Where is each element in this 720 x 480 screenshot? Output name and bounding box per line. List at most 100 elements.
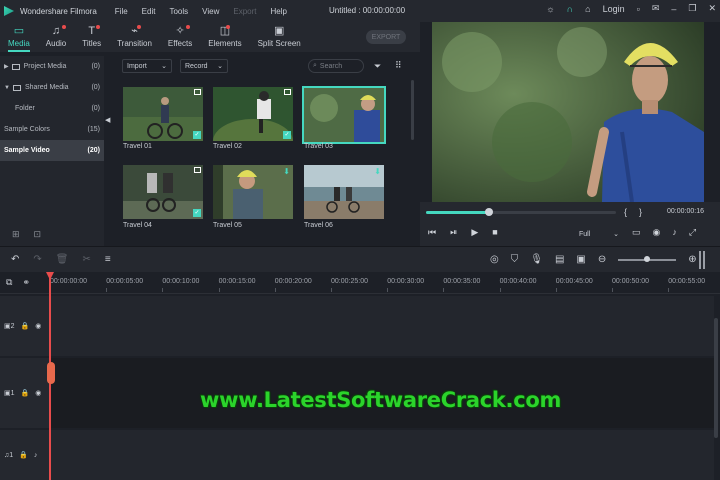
undo-icon[interactable]: ↶ bbox=[11, 254, 19, 265]
ruler-tick-mark bbox=[668, 288, 670, 292]
headset-icon[interactable]: ∩ bbox=[567, 4, 573, 14]
sidebar-item-sample-colors[interactable]: Sample Colors (15) bbox=[0, 119, 104, 140]
close-icon[interactable]: ✕ bbox=[708, 3, 716, 14]
play-pause-icon[interactable]: ⏯ bbox=[450, 227, 457, 238]
new-folder-icon[interactable]: ⊞ bbox=[12, 229, 20, 240]
folder-add-icon[interactable]: ⊡ bbox=[34, 229, 42, 240]
previous-frame-icon[interactable]: ⏮ bbox=[428, 227, 436, 238]
delete-icon[interactable]: 🗑 bbox=[56, 254, 69, 265]
tab-media[interactable]: ▭ Media bbox=[0, 22, 38, 52]
zoom-in-icon[interactable]: ⊕ bbox=[688, 254, 696, 265]
snapshot-icon[interactable]: ◉ bbox=[653, 227, 661, 238]
track-body[interactable] bbox=[50, 296, 714, 356]
zoom-knob[interactable] bbox=[644, 255, 651, 262]
play-icon[interactable]: ▶ bbox=[471, 227, 478, 238]
lock-icon[interactable]: 🔒 bbox=[19, 451, 28, 459]
library-scrollbar[interactable] bbox=[411, 80, 414, 140]
cut-icon[interactable]: ✂ bbox=[82, 254, 90, 265]
redo-icon[interactable]: ↷ bbox=[33, 254, 41, 265]
media-clip-travel-02[interactable]: ✓ bbox=[213, 87, 293, 141]
download-icon[interactable]: ⬇ bbox=[283, 167, 290, 176]
split-screen-icon: ▣ bbox=[273, 25, 285, 37]
sidebar-item-shared-media[interactable]: ▼ Shared Media (0) bbox=[0, 77, 104, 98]
menu-file[interactable]: File bbox=[115, 7, 128, 16]
render-icon[interactable]: ◎ bbox=[490, 254, 499, 265]
search-input[interactable]: ⌕ Search bbox=[308, 59, 364, 73]
sidebar-item-project-media[interactable]: ▶ Project Media (0) bbox=[0, 56, 104, 77]
tab-split-screen[interactable]: ▣ Split Screen bbox=[250, 22, 309, 52]
timeline-ruler[interactable]: ⧉ ⚭ 00:00:00:00 00:00:05:00 00:00:10:00 00:… bbox=[0, 272, 720, 294]
stop-icon[interactable]: ■ bbox=[492, 227, 497, 238]
sidebar-item-label: Folder bbox=[15, 105, 35, 112]
media-clip-travel-06[interactable]: ⬇ bbox=[304, 165, 384, 219]
fullscreen-icon[interactable]: ⤢ bbox=[689, 227, 696, 238]
tab-elements[interactable]: ◫ Elements bbox=[200, 22, 249, 52]
lock-icon[interactable]: 🔒 bbox=[21, 389, 30, 397]
bulb-icon[interactable]: ☼ bbox=[546, 4, 554, 14]
volume-icon[interactable]: ♪ bbox=[672, 227, 677, 238]
track-body[interactable] bbox=[50, 430, 714, 480]
mail-icon[interactable]: ✉ bbox=[652, 3, 660, 14]
mark-out-icon[interactable]: } bbox=[639, 207, 654, 217]
zoom-slider[interactable] bbox=[618, 255, 677, 262]
menu-view[interactable]: View bbox=[202, 7, 219, 16]
tab-audio[interactable]: ♫ Audio bbox=[38, 22, 74, 52]
save-icon[interactable]: ▫ bbox=[637, 4, 640, 14]
collapse-sidebar-icon[interactable]: ◀ bbox=[105, 116, 110, 124]
lock-icon[interactable]: 🔒 bbox=[21, 322, 30, 330]
track-number: 1 bbox=[9, 451, 14, 459]
menu-help[interactable]: Help bbox=[270, 7, 286, 16]
import-dropdown[interactable]: Import ⌄ bbox=[122, 59, 172, 73]
collapse-arrow-icon[interactable]: ▼ bbox=[4, 85, 10, 91]
sidebar-item-label: Sample Video bbox=[4, 147, 50, 154]
snapshot-timeline-icon[interactable]: ▣ bbox=[576, 254, 585, 265]
tab-effects[interactable]: ✧ Effects bbox=[160, 22, 200, 52]
login-button[interactable]: Login bbox=[603, 4, 625, 14]
media-clip-travel-05[interactable]: ⬇ bbox=[213, 165, 293, 219]
export-button[interactable]: EXPORT bbox=[366, 30, 406, 44]
eye-icon[interactable]: ◉ bbox=[35, 389, 41, 397]
microphone-icon[interactable]: 🎙 bbox=[530, 254, 543, 265]
pause-bars-icon[interactable] bbox=[699, 251, 705, 269]
ruler-tick-label: 00:00:25:00 bbox=[331, 278, 368, 285]
tab-transition[interactable]: ⌁ Transition bbox=[109, 22, 160, 52]
download-icon[interactable]: ⬇ bbox=[374, 167, 381, 176]
media-clip-travel-04[interactable]: ✓ bbox=[123, 165, 203, 219]
record-dropdown[interactable]: Record ⌄ bbox=[180, 59, 228, 73]
progress-knob[interactable] bbox=[484, 208, 493, 216]
minimize-icon[interactable]: – bbox=[671, 4, 676, 14]
filter-icon[interactable]: ⏷ bbox=[374, 61, 381, 72]
grid-view-icon[interactable]: ⠿ bbox=[395, 60, 402, 71]
sidebar-item-sample-video[interactable]: Sample Video (20) bbox=[0, 140, 104, 161]
app-name: Wondershare Filmora bbox=[20, 6, 97, 16]
adjust-icon[interactable]: ≡ bbox=[105, 254, 111, 265]
voiceover-icon[interactable]: ▤ bbox=[555, 254, 564, 265]
gift-icon[interactable]: ⌂ bbox=[585, 4, 590, 14]
eye-icon[interactable]: ◉ bbox=[35, 322, 41, 330]
playback-progress-bar[interactable] bbox=[426, 208, 616, 216]
added-check-icon: ✓ bbox=[193, 209, 201, 217]
link-icon[interactable]: ⚭ bbox=[22, 277, 30, 288]
ruler-tick-mark bbox=[387, 288, 389, 292]
timeline-scrollbar[interactable] bbox=[714, 318, 718, 438]
menu-export[interactable]: Export bbox=[233, 7, 256, 16]
speaker-icon[interactable]: ♪ bbox=[34, 452, 38, 459]
expand-arrow-icon[interactable]: ▶ bbox=[4, 63, 9, 70]
quality-dropdown[interactable]: Full ⌄ bbox=[576, 227, 622, 241]
zoom-out-icon[interactable]: ⊖ bbox=[598, 254, 606, 265]
mark-in-icon[interactable]: { bbox=[624, 207, 639, 217]
sidebar-item-folder[interactable]: Folder (0) bbox=[0, 98, 104, 119]
menu-edit[interactable]: Edit bbox=[142, 7, 156, 16]
audio-track-1: ♫1 🔒 ♪ bbox=[0, 430, 714, 480]
marker-icon[interactable]: ⛉ bbox=[511, 254, 519, 265]
media-clip-travel-03[interactable] bbox=[302, 86, 386, 144]
add-track-icon[interactable]: ⧉ bbox=[6, 277, 12, 288]
menu-tools[interactable]: Tools bbox=[169, 7, 188, 16]
tab-titles[interactable]: T Titles bbox=[74, 22, 109, 52]
display-icon[interactable]: ▭ bbox=[632, 227, 641, 238]
media-clip-travel-01[interactable]: ✓ bbox=[123, 87, 203, 141]
maximize-icon[interactable]: ❐ bbox=[688, 3, 696, 14]
playhead-marker[interactable] bbox=[47, 362, 55, 384]
clip-title: Travel 06 bbox=[304, 222, 333, 229]
ruler-tick-mark bbox=[443, 288, 445, 292]
